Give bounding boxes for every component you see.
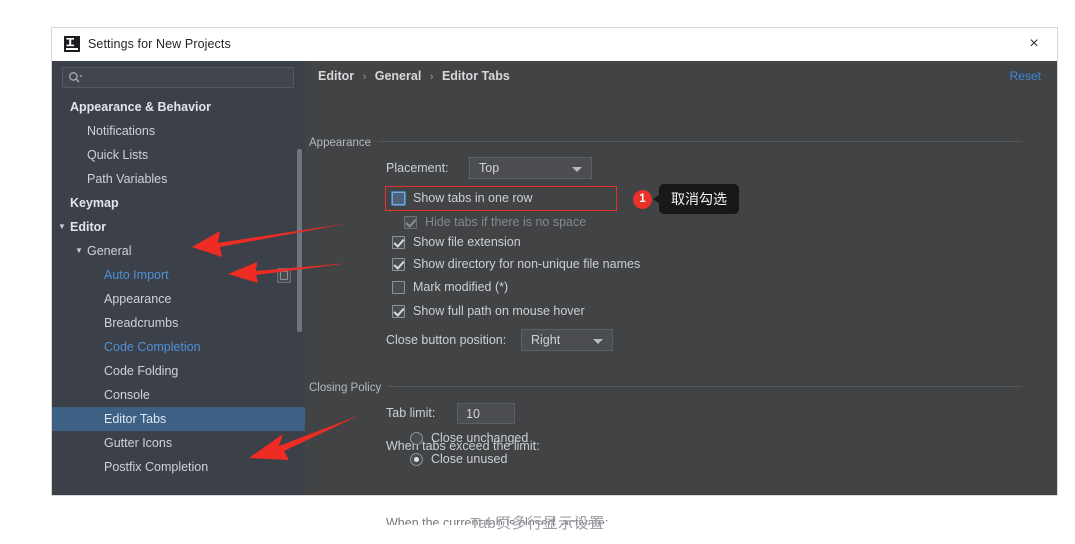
- sidebar-item-label: Appearance & Behavior: [70, 100, 212, 114]
- checkbox-box[interactable]: [392, 236, 405, 249]
- placement-dropdown[interactable]: Top: [469, 157, 592, 179]
- breadcrumb-item-editor-tabs[interactable]: Editor Tabs: [442, 69, 510, 83]
- checkbox-label: Show file extension: [413, 235, 521, 249]
- sidebar-item-breadcrumbs[interactable]: Breadcrumbs: [52, 311, 305, 335]
- group-divider: [309, 141, 1022, 142]
- checkbox-label: Hide tabs if there is no space: [425, 215, 587, 229]
- reset-link[interactable]: Reset: [1010, 69, 1041, 83]
- sidebar-item-notifications[interactable]: Notifications: [52, 119, 305, 143]
- sidebar-item-quick-lists[interactable]: Quick Lists: [52, 143, 305, 167]
- sidebar-item-label: Gutter Icons: [104, 436, 173, 450]
- intellij-idea-icon: [64, 36, 80, 52]
- closing-policy-group-title: Closing Policy: [309, 382, 389, 394]
- checkbox-label: Show full path on mouse hover: [413, 304, 585, 318]
- chevron-down-icon: [593, 339, 603, 344]
- sidebar-item-code-folding[interactable]: Code Folding: [52, 359, 305, 383]
- sidebar-item-label: Path Variables: [87, 172, 168, 186]
- appearance-group-header: Appearance: [309, 133, 1022, 151]
- sidebar-item-editor-tabs[interactable]: Editor Tabs: [52, 407, 305, 431]
- sidebar-item-label: Console: [104, 388, 150, 402]
- breadcrumb-item-editor[interactable]: Editor: [318, 69, 354, 83]
- checkbox-box[interactable]: [392, 305, 405, 318]
- breadcrumb-separator-2: ›: [429, 71, 434, 83]
- closing-policy-group-header: Closing Policy: [309, 378, 1022, 396]
- sidebar-item-gutter-icons[interactable]: Gutter Icons: [52, 431, 305, 455]
- sidebar-item-label: Code Completion: [104, 340, 201, 354]
- radio-box[interactable]: [410, 453, 423, 466]
- close-button-position-dropdown[interactable]: Right: [521, 329, 613, 351]
- sidebar-item-label: Breadcrumbs: [104, 316, 179, 330]
- sidebar-item-label: Notifications: [87, 124, 156, 138]
- sidebar-item-path-variables[interactable]: Path Variables: [52, 167, 305, 191]
- close-button-position-label: Close button position:: [386, 333, 507, 347]
- radio-label: Close unchanged: [431, 431, 529, 445]
- sidebar-item-label: Quick Lists: [87, 148, 149, 162]
- radio-label: Close unused: [431, 452, 508, 466]
- dialog-body: Appearance & Behavior Notifications Quick …: [52, 61, 1057, 525]
- checkbox-box: [404, 216, 417, 229]
- copy-icon[interactable]: [277, 268, 291, 283]
- close-button-position-value: Right: [531, 333, 561, 347]
- settings-sidebar: Appearance & Behavior Notifications Quick …: [52, 61, 305, 495]
- sidebar-item-label: Keymap: [70, 196, 119, 210]
- sidebar-item-general[interactable]: ▼ General: [52, 239, 305, 263]
- chevron-down-icon: [572, 167, 582, 172]
- sidebar-item-appearance[interactable]: Appearance: [52, 287, 305, 311]
- tab-limit-value: 10: [466, 407, 480, 421]
- group-divider: [309, 386, 1022, 387]
- checkbox-box[interactable]: [392, 258, 405, 271]
- sidebar-item-editor[interactable]: ▼ Editor: [52, 215, 305, 239]
- checkbox-box[interactable]: [392, 192, 405, 205]
- dialog-title: Settings for New Projects: [88, 37, 231, 51]
- checkbox-label: Show tabs in one row: [413, 191, 533, 205]
- sidebar-item-label: Postfix Completion: [104, 460, 209, 474]
- checkbox-label: Mark modified (*): [413, 280, 509, 294]
- checkbox-box[interactable]: [392, 281, 405, 294]
- placement-label: Placement:: [386, 161, 449, 175]
- sidebar-scrollbar-thumb[interactable]: [297, 149, 302, 332]
- figure-caption: Tab页多行显示设置: [470, 515, 605, 532]
- placement-value: Top: [479, 161, 500, 175]
- breadcrumb-item-general[interactable]: General: [375, 69, 422, 83]
- sidebar-item-label: General: [87, 244, 132, 258]
- appearance-group-title: Appearance: [309, 137, 379, 149]
- sidebar-item-postfix-completion[interactable]: Postfix Completion: [52, 455, 305, 479]
- sidebar-item-label: Editor Tabs: [104, 412, 167, 426]
- sidebar-item-appearance-behavior[interactable]: Appearance & Behavior: [52, 95, 305, 119]
- breadcrumb-separator-1: ›: [362, 71, 367, 83]
- checkbox-label: Show directory for non-unique file names: [413, 257, 641, 271]
- breadcrumb: Editor › General › Editor Tabs: [318, 69, 510, 83]
- settings-dialog: Settings for New Projects × Appearance &…: [52, 28, 1057, 525]
- annotation-tooltip-1: 取消勾选: [653, 184, 739, 214]
- tab-limit-input[interactable]: 10: [457, 403, 515, 424]
- search-icon: [68, 71, 84, 85]
- sidebar-item-keymap[interactable]: Keymap: [52, 191, 305, 215]
- close-icon[interactable]: ×: [1021, 32, 1047, 56]
- tab-limit-label: Tab limit:: [386, 406, 436, 420]
- sidebar-item-code-completion[interactable]: Code Completion: [52, 335, 305, 359]
- sidebar-item-auto-import[interactable]: Auto Import: [52, 263, 305, 287]
- settings-tree[interactable]: Appearance & Behavior Notifications Quick …: [52, 95, 305, 495]
- sidebar-item-label: Appearance: [104, 292, 172, 306]
- sidebar-item-label: Auto Import: [104, 268, 169, 282]
- search-input[interactable]: [62, 67, 294, 88]
- sidebar-item-label: Editor: [70, 220, 107, 234]
- chevron-down-icon[interactable]: ▼: [75, 239, 83, 263]
- sidebar-item-label: Code Folding: [104, 364, 179, 378]
- settings-main-pane: Editor › General › Editor Tabs Reset App…: [305, 61, 1057, 525]
- sidebar-item-console[interactable]: Console: [52, 383, 305, 407]
- dialog-titlebar: Settings for New Projects ×: [52, 28, 1057, 62]
- radio-box[interactable]: [410, 432, 423, 445]
- annotation-step-badge-1: 1: [633, 190, 652, 209]
- chevron-down-icon[interactable]: ▼: [58, 215, 66, 239]
